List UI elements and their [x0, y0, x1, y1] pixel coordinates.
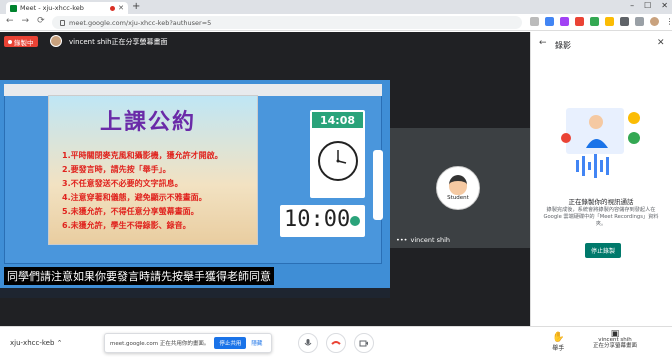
stop-recording-button[interactable]: 停止錄製: [585, 243, 622, 258]
windows-taskbar: [0, 288, 390, 298]
participant-name: ••• vincent shih: [396, 236, 450, 244]
extension-icon[interactable]: [590, 17, 599, 26]
digital-clock: 14:08: [312, 112, 363, 128]
meeting-code-text: xju-xhcc-keb: [10, 339, 55, 347]
close-panel-icon[interactable]: ✕: [657, 38, 665, 48]
back-icon[interactable]: ←: [6, 16, 14, 26]
slide-rule: 2.要發言時，請先按「舉手」。: [62, 165, 171, 174]
profile-avatar[interactable]: [650, 17, 659, 26]
slide-rule: 4.注意穿著和儀態，避免顯示不雅畫面。: [62, 193, 207, 202]
chevron-up-icon: ⌃: [56, 339, 63, 347]
record-dot-icon: [8, 39, 12, 44]
extension-icon[interactable]: [545, 17, 554, 26]
panel-title: 錄影: [555, 41, 571, 50]
extension-icon[interactable]: [635, 17, 644, 26]
maximize-icon[interactable]: ☐: [644, 1, 651, 10]
meeting-code[interactable]: xju-xhcc-keb ⌃: [10, 339, 63, 347]
raise-hand-button[interactable]: ✋ 舉手: [552, 332, 564, 352]
extension-icons: ⋮: [530, 17, 672, 26]
slide-rule: 1.平時關閉麥克風和攝影機，獲允許才開啟。: [62, 151, 223, 160]
camera-icon: [359, 340, 368, 347]
presenting-button[interactable]: ▣ vincent shih 正在分享螢幕畫面: [593, 330, 638, 350]
url-text: meet.google.com/xju-xhcc-keb?authuser=5: [69, 18, 212, 27]
slide-rule: 5.未獲允許，不得任意分享螢幕畫面。: [62, 207, 199, 216]
slide-rule: 3.不任意發送不必要的文字訊息。: [62, 179, 183, 188]
presenter-text: vincent shih正在分享螢幕畫面: [69, 38, 168, 46]
nav-buttons: ← → ⟳: [6, 16, 45, 26]
recording-badge: 錄製中: [4, 36, 38, 47]
recording-dot-icon: [110, 5, 116, 11]
timer-value: 10:00: [284, 207, 351, 232]
new-tab-button[interactable]: +: [132, 1, 140, 12]
end-call-icon: [331, 341, 341, 345]
hand-icon: ✋: [552, 332, 565, 343]
audio-dots-icon: •••: [396, 236, 408, 244]
close-window-icon[interactable]: ✕: [661, 1, 668, 10]
close-tab-icon[interactable]: ✕: [118, 4, 124, 12]
reload-icon[interactable]: ⟳: [37, 16, 45, 26]
avatar-face-icon: [449, 175, 467, 195]
leave-call-button[interactable]: [326, 333, 346, 353]
tab-title: Meet - xju-xhcc-keb: [20, 4, 84, 12]
presenting-label: 正在分享螢幕畫面: [593, 343, 638, 349]
panel-description: 錄製完成後，系統會將錄製內容儲存到發起人在 Google 雲端硬碟中的「Meet…: [543, 207, 659, 227]
avatar-label: Student: [447, 195, 469, 201]
live-caption: 同學們請注意如果你要發言時請先按舉手獲得老師同意: [4, 267, 274, 285]
forward-icon[interactable]: →: [22, 16, 30, 26]
play-icon: [350, 216, 360, 226]
screen-share-notification: meet.google.com 正在共用你的畫面。 停止共用 隱藏: [104, 333, 272, 353]
minimize-icon[interactable]: –: [630, 1, 634, 10]
presenter-avatar: [50, 35, 62, 47]
slide-toolbar: [373, 150, 383, 220]
lock-icon: [60, 19, 65, 26]
extension-icon[interactable]: [575, 17, 584, 26]
extension-icon[interactable]: [620, 17, 629, 26]
slide-title: 上課公約: [100, 110, 197, 135]
camera-button[interactable]: [354, 333, 374, 353]
analog-clock-icon: [318, 141, 358, 181]
participant-name-text: vincent shih: [410, 236, 451, 244]
raise-hand-label: 舉手: [552, 345, 565, 352]
stop-sharing-button[interactable]: 停止共用: [214, 337, 247, 349]
extension-icon[interactable]: [605, 17, 614, 26]
share-notice-text: meet.google.com 正在共用你的畫面。: [110, 341, 210, 347]
mic-icon: [304, 339, 312, 346]
participant-avatar: Student: [436, 166, 480, 210]
slide-rule: 6.未獲允許，學生不得錄影、錄音。: [62, 221, 191, 230]
address-bar[interactable]: meet.google.com/xju-xhcc-keb?authuser=5: [52, 16, 522, 29]
hide-button[interactable]: 隱藏: [251, 339, 262, 347]
back-arrow-icon[interactable]: ←: [539, 38, 547, 48]
panel-heading: 正在錄製你的視訊通話: [568, 198, 634, 206]
recording-illustration: [561, 108, 640, 178]
menu-icon[interactable]: ⋮: [665, 17, 672, 26]
meet-favicon-icon: [10, 4, 17, 12]
microphone-button[interactable]: [298, 333, 318, 353]
browser-tab[interactable]: Meet - xju-xhcc-keb ✕: [6, 2, 128, 14]
extension-icon[interactable]: [560, 17, 569, 26]
recording-label: 錄製中: [14, 38, 34, 47]
window-controls: – ☐ ✕: [630, 1, 668, 10]
extension-icon[interactable]: [530, 17, 539, 26]
